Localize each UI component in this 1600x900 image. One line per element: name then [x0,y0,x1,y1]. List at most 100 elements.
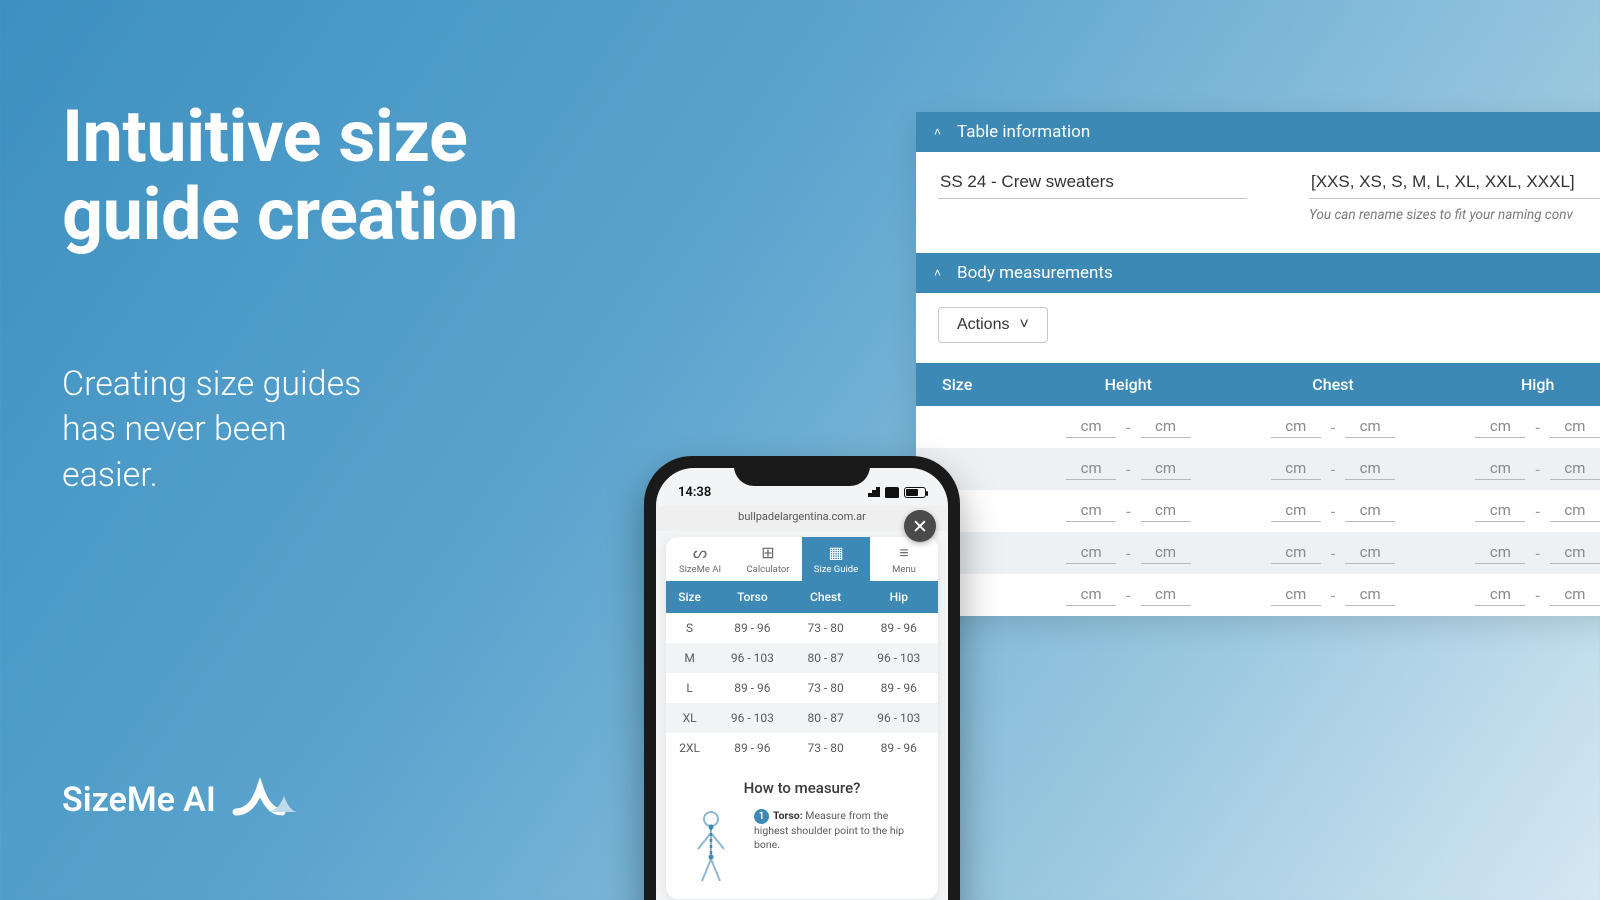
tab-menu[interactable]: ≡ Menu [870,537,938,581]
cm-input[interactable]: cm [1345,543,1395,564]
sg-row: XL96 - 10380 - 8796 - 103 [666,703,938,733]
howto-title: How to measure? [680,779,924,797]
tab-size-guide[interactable]: ▦ Size Guide [802,537,870,581]
measure-cell: cm-cm [1435,490,1600,532]
cm-input[interactable]: cm [1141,585,1191,606]
cm-input[interactable]: cm [1141,543,1191,564]
sg-cell-hip: 89 - 96 [860,733,938,763]
cm-input[interactable]: cm [1271,459,1321,480]
hero-title: Intuitive size guide creation [62,98,518,254]
cm-input[interactable]: cm [1271,417,1321,438]
battery-icon [904,487,926,498]
brand-mark: SizeMe AI [62,778,300,822]
cm-input[interactable]: cm [1271,543,1321,564]
sg-cell-hip: 89 - 96 [860,613,938,643]
measure-cell: cm-cm [1231,574,1436,616]
measure-cell: cm-cm [1231,406,1436,448]
cm-input[interactable]: cm [1066,585,1116,606]
col-size: Size [916,363,1026,406]
cm-input[interactable]: cm [1550,459,1600,480]
table-header-row: Size Height Chest High [916,363,1600,406]
cm-input[interactable]: cm [1345,417,1395,438]
sg-cell-torso: 89 - 96 [713,733,791,763]
cm-input[interactable]: cm [1271,501,1321,522]
measurements-table: Size Height Chest High cm-cmcm-cmcm-cmcm… [916,363,1600,616]
sizes-input[interactable] [1309,166,1600,199]
sg-cell-chest: 80 - 87 [792,703,860,733]
tab-icon: ≡ [870,545,938,561]
phone-screen: 14:38 bullpadelargentina.com.ar ✕ ᔕSizeM… [656,468,948,900]
tab-label: Menu [892,564,916,575]
sg-cell-torso: 89 - 96 [713,613,791,643]
col-high: High [1435,363,1600,406]
sg-col-chest: Chest [792,581,860,613]
range-dash: - [1331,418,1335,437]
product-name-input[interactable] [938,166,1247,199]
actions-button[interactable]: Actions ˅ [938,307,1048,343]
cm-input[interactable]: cm [1550,417,1600,438]
range-dash: - [1535,586,1539,605]
range-dash: - [1126,586,1130,605]
brand-logo-icon [232,778,300,822]
cm-input[interactable]: cm [1475,543,1525,564]
cm-input[interactable]: cm [1345,585,1395,606]
cm-input[interactable]: cm [1475,459,1525,480]
table-info-header[interactable]: ˄ Table information [916,112,1600,152]
range-dash: - [1126,418,1130,437]
body-measurements-header[interactable]: ˄ Body measurements [916,253,1600,293]
table-row: cm-cmcm-cmcm-cm [916,490,1600,532]
table-row: cm-cmcm-cmcm-cm [916,574,1600,616]
actions-row: Actions ˅ [916,293,1600,363]
sg-cell-hip: 89 - 96 [860,673,938,703]
measure-cell: cm-cm [1026,448,1231,490]
cm-input[interactable]: cm [1141,501,1191,522]
size-cell [916,406,1026,448]
sg-cell-chest: 80 - 87 [792,643,860,673]
howto-text: 1Torso: Measure from the highest shoulde… [754,809,924,853]
measure-cell: cm-cm [1026,532,1231,574]
body-measurements-title: Body measurements [957,263,1113,283]
range-dash: - [1331,502,1335,521]
sg-row: S89 - 9673 - 8089 - 96 [666,613,938,643]
status-time: 14:38 [678,485,711,500]
cm-input[interactable]: cm [1345,501,1395,522]
cm-input[interactable]: cm [1475,501,1525,522]
cm-input[interactable]: cm [1066,459,1116,480]
cm-input[interactable]: cm [1141,417,1191,438]
tab-calculator[interactable]: ⊞Calculator [734,537,802,581]
cm-input[interactable]: cm [1066,543,1116,564]
cm-input[interactable]: cm [1141,459,1191,480]
cm-input[interactable]: cm [1550,543,1600,564]
tab-label: Size Guide [814,564,858,575]
range-dash: - [1535,544,1539,563]
measure-cell: cm-cm [1026,406,1231,448]
close-icon: ✕ [912,515,928,538]
range-dash: - [1535,460,1539,479]
tab-icon: ▦ [802,545,870,561]
col-chest: Chest [1231,363,1436,406]
widget-tabs: ᔕSizeMe AI⊞Calculator▦ Size Guide ≡ Menu [666,537,938,581]
close-button[interactable]: ✕ [904,510,936,542]
sg-cell-torso: 96 - 103 [713,643,791,673]
cm-input[interactable]: cm [1475,417,1525,438]
sg-cell-chest: 73 - 80 [792,673,860,703]
cm-input[interactable]: cm [1550,501,1600,522]
cm-input[interactable]: cm [1475,585,1525,606]
hero-subtitle: Creating size guides has never been easi… [62,362,518,500]
cm-input[interactable]: cm [1550,585,1600,606]
cm-input[interactable]: cm [1271,585,1321,606]
range-dash: - [1126,460,1130,479]
sg-col-hip: Hip [860,581,938,613]
chevron-up-icon: ˄ [934,266,941,280]
sizes-hint: You can rename sizes to fit your naming … [1309,207,1600,223]
cm-input[interactable]: cm [1066,501,1116,522]
range-dash: - [1126,502,1130,521]
range-dash: - [1331,460,1335,479]
tab-sizeme-ai[interactable]: ᔕSizeMe AI [666,537,734,581]
cm-input[interactable]: cm [1345,459,1395,480]
cm-input[interactable]: cm [1066,417,1116,438]
table-info-body: You can rename sizes to fit your naming … [916,152,1600,253]
chevron-up-icon: ˄ [934,125,941,139]
range-dash: - [1535,502,1539,521]
sg-cell-torso: 96 - 103 [713,703,791,733]
